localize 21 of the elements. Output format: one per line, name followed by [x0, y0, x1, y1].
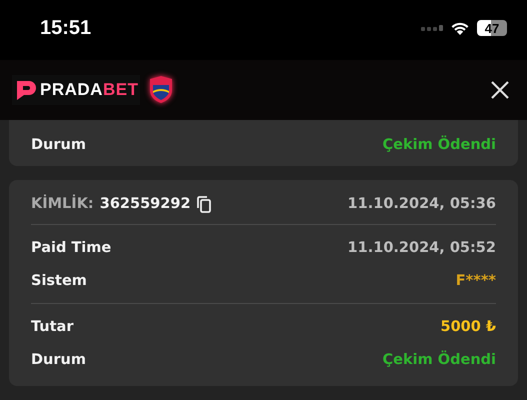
- field-value: Çekim Ödendi: [382, 136, 496, 152]
- shield-badge-icon: [148, 76, 174, 104]
- field-label: Durum: [31, 352, 86, 368]
- field-label: Sistem: [31, 272, 87, 288]
- field-label: Paid Time: [31, 240, 112, 256]
- field-value: Çekim Ödendi: [382, 352, 496, 368]
- clock-time: 15:51: [40, 16, 92, 40]
- logo-text: PRADABET: [40, 80, 138, 100]
- field-value: F****: [456, 272, 496, 288]
- logo-mark-icon: [14, 79, 38, 101]
- copy-icon[interactable]: [196, 196, 211, 212]
- date-text: 11.10.2024, 05:36: [348, 196, 496, 212]
- field-value: 11.10.2024, 05:52: [348, 240, 496, 256]
- wifi-icon: [450, 20, 470, 36]
- field-label: Durum: [31, 136, 86, 152]
- signal-icon: [421, 24, 443, 32]
- id-value: 362559292: [100, 196, 191, 212]
- field-label: Tutar: [31, 318, 74, 334]
- field-value: 5000 ₺: [440, 318, 496, 334]
- id-label: KİMLİK:: [31, 196, 94, 212]
- close-button[interactable]: [489, 79, 511, 101]
